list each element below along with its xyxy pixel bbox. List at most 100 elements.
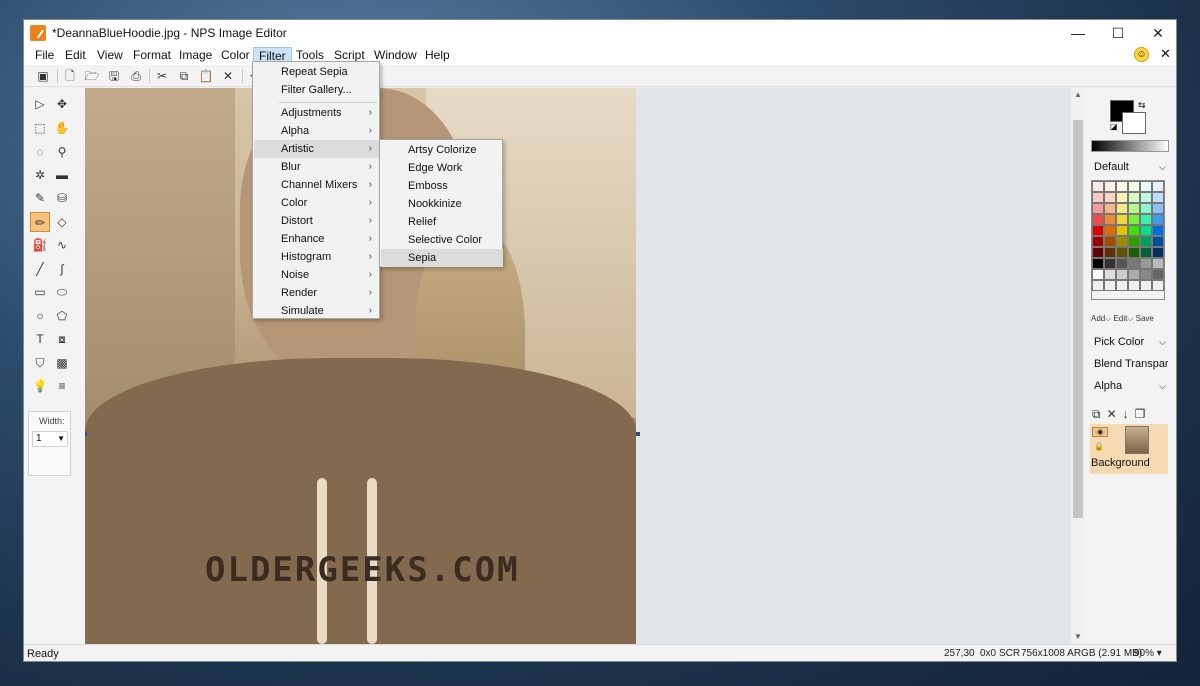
lock-icon[interactable]: 🔒 [1094,442,1104,451]
palette-swatch[interactable] [1128,214,1140,225]
palette-swatch[interactable] [1092,214,1104,225]
zoom-dropdown[interactable]: 90% ▾ [1134,648,1162,659]
palette-swatch[interactable] [1128,247,1140,258]
pan-hand-icon[interactable]: ✋ [52,118,72,138]
palette-swatch[interactable] [1140,258,1152,269]
menu-item-sepia[interactable]: Sepia [381,249,503,267]
palette-swatch[interactable] [1140,236,1152,247]
menu-edit[interactable]: Edit [60,47,91,64]
palette-swatch[interactable] [1152,236,1164,247]
palette-swatch[interactable] [1152,225,1164,236]
palette-swatch[interactable] [1092,225,1104,236]
menu-item-enhance[interactable]: Enhance › [254,230,380,248]
polygon-icon[interactable]: ⬠ [52,306,72,326]
palette-swatch[interactable] [1104,269,1116,280]
save-icon[interactable]: 🖫 [105,67,123,85]
open-folder-icon[interactable]: 🗁 [83,67,101,85]
palette-swatch[interactable] [1092,269,1104,280]
scroll-thumb[interactable] [1073,120,1083,518]
palette-swatch[interactable] [1116,247,1128,258]
menu-item-emboss[interactable]: Emboss [381,177,503,195]
palette-swatch[interactable] [1104,181,1116,192]
eyedropper-icon[interactable]: ✎ [30,188,50,208]
bulb-icon[interactable]: 💡 [30,376,50,396]
paste-icon[interactable]: 📋 [197,67,215,85]
palette-swatch[interactable] [1104,236,1116,247]
menu-view[interactable]: View [92,47,128,64]
palette-edit-button[interactable]: Edit [1114,314,1128,323]
menu-color[interactable]: Color [216,47,255,64]
swap-colors-icon[interactable]: ⇆ [1138,100,1146,111]
palette-swatch[interactable] [1140,225,1152,236]
paint-bucket-icon[interactable]: ⛁ [52,188,72,208]
merge-down-icon[interactable]: ↓ [1123,407,1135,421]
menu-item-noise[interactable]: Noise › [254,266,380,284]
delete-icon[interactable]: ✕ [219,67,237,85]
menu-item-render[interactable]: Render › [254,284,380,302]
palette-swatch[interactable] [1140,192,1152,203]
palette-swatch[interactable] [1152,214,1164,225]
palette-swatch[interactable] [1104,192,1116,203]
menu-item-channel-mixers[interactable]: Channel Mixers › [254,176,380,194]
palette-swatch[interactable] [1152,181,1164,192]
pick-color-dropdown[interactable]: Pick Color ⌵ [1090,333,1168,351]
copy-icon[interactable]: ⧉ [175,67,193,85]
menu-item-selective-color[interactable]: Selective Color [381,231,503,249]
menu-item-relief[interactable]: Relief [381,213,503,231]
palette-swatch[interactable] [1116,181,1128,192]
palette-swatch[interactable] [1116,225,1128,236]
palette-swatch[interactable] [1116,236,1128,247]
canvas-area[interactable]: OLDERGEEKS.COM [85,88,1071,644]
menu-help[interactable]: Help [420,47,455,64]
line-icon[interactable]: ╱ [30,259,50,279]
palette-swatch[interactable] [1128,225,1140,236]
blend-dropdown[interactable]: Blend Transparent [1090,355,1168,373]
close-button[interactable]: ✕ [1138,20,1176,46]
spray-icon[interactable]: ⛽ [30,235,50,255]
palette-swatch[interactable] [1092,181,1104,192]
palette-swatch[interactable] [1104,247,1116,258]
palette-swatch[interactable] [1152,247,1164,258]
chevron-down-icon[interactable]: ▼ [57,432,65,446]
menu-item-nookkinize[interactable]: Nookkinize [381,195,503,213]
alpha-dropdown[interactable]: Alpha ⌵ [1090,377,1168,395]
scroll-down-icon[interactable]: ▼ [1071,632,1085,641]
menu-item-histogram[interactable]: Histogram › [254,248,380,266]
print-icon[interactable]: ⎙ [127,67,145,85]
menu-item-edge-work[interactable]: Edge Work [381,159,503,177]
cut-icon[interactable]: ✂ [153,67,171,85]
palette-swatch[interactable] [1092,280,1104,291]
menu-item-artistic[interactable]: Artistic › [254,140,380,158]
background-color-swatch[interactable] [1122,112,1146,134]
pattern-icon[interactable]: ▩ [52,353,72,373]
palette-swatch[interactable] [1152,192,1164,203]
palette-swatch[interactable] [1152,280,1164,291]
palette-dropdown[interactable]: Default ⌵ [1090,158,1168,176]
scroll-up-icon[interactable]: ▲ [1071,90,1085,99]
palette-swatch[interactable] [1092,247,1104,258]
vertical-scrollbar[interactable]: ▲ ▼ [1071,88,1085,644]
palette-swatch[interactable] [1152,258,1164,269]
close-document-icon[interactable]: ✕ [1160,46,1171,62]
eye-icon[interactable]: ◉ [1092,427,1108,437]
palette-swatch[interactable] [1152,269,1164,280]
palette-swatch[interactable] [1128,258,1140,269]
circle-icon[interactable]: ○ [30,306,50,326]
menu-item-simulate[interactable]: Simulate › [254,302,380,320]
menu-item-repeat-sepia[interactable]: Repeat Sepia [254,63,380,81]
menu-format[interactable]: Format [128,47,176,64]
palette-swatch[interactable] [1116,214,1128,225]
reset-colors-icon[interactable]: ◪ [1110,122,1118,131]
minimize-button[interactable]: — [1058,20,1098,46]
palette-swatch[interactable] [1140,214,1152,225]
ellipse-icon[interactable]: ⬭ [52,282,72,302]
menu-item-adjustments[interactable]: Adjustments › [254,104,380,122]
palette-swatch[interactable] [1092,192,1104,203]
palette-swatch[interactable] [1128,181,1140,192]
menu-item-distort[interactable]: Distort › [254,212,380,230]
palette-swatch[interactable] [1092,258,1104,269]
gradient-icon[interactable]: ▬ [52,165,72,185]
palette-swatch[interactable] [1092,203,1104,214]
eraser-icon[interactable]: ◇ [52,212,72,232]
new-file-icon[interactable]: 🗋 [61,67,79,85]
